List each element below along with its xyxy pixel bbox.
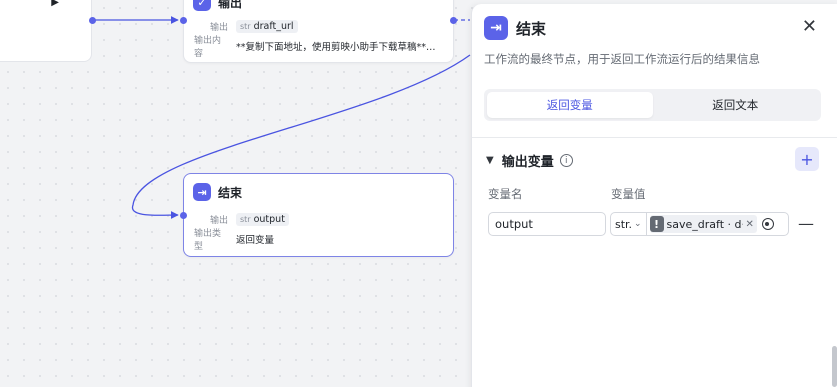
end-node[interactable]: ⇥ 结束 输出 str output 输出类型 返回变量: [183, 173, 454, 257]
end-output-var-type: str: [240, 214, 251, 224]
chevron-down-icon[interactable]: ⌄: [634, 219, 642, 229]
output-var-chip: str draft_url: [236, 19, 298, 33]
info-icon[interactable]: i: [559, 154, 573, 167]
warning-icon: !: [649, 216, 664, 232]
end-type-value: 返回变量: [236, 235, 275, 246]
previous-node[interactable]: ▶: [0, 0, 92, 62]
clear-icon[interactable]: ✕: [746, 219, 754, 230]
add-variable-button[interactable]: +: [795, 147, 819, 171]
tab-return-variable[interactable]: 返回变量: [487, 92, 653, 118]
scrollbar[interactable]: [832, 346, 837, 387]
end-output-var-name: output: [253, 213, 285, 225]
separator: [645, 213, 647, 235]
variable-reference: save_draft · d·: [666, 217, 743, 231]
output-node-icon: ✓: [193, 0, 211, 11]
workflow-canvas[interactable]: ▶ ✓ 输出 输出 str draft_url 输出内容 **复制下面地址，使用…: [0, 0, 470, 387]
output-label: 输出: [209, 22, 228, 33]
panel-description: 工作流的最终节点，用于返回工作流运行后的结果信息: [484, 52, 760, 66]
target-icon[interactable]: [761, 218, 774, 230]
end-node-settings-panel: ⇥ 结束 ✕ 工作流的最终节点，用于返回工作流运行后的结果信息 返回变量 返回文…: [471, 4, 837, 387]
col-header-value: 变量值: [611, 187, 646, 201]
end-node-icon: ⇥: [484, 16, 508, 40]
end-output-label: 输出: [209, 215, 228, 226]
return-mode-tabs: 返回变量 返回文本: [484, 89, 821, 121]
port-output-out[interactable]: [450, 17, 457, 24]
end-node-title: 结束: [218, 185, 243, 200]
end-type-label: 输出类型: [194, 229, 222, 252]
content-label: 输出内容: [194, 36, 222, 59]
variable-type: str.: [615, 217, 631, 231]
output-var-name: draft_url: [253, 20, 294, 32]
port-start-out[interactable]: [89, 17, 96, 24]
port-output-in[interactable]: [180, 17, 187, 24]
output-var-type: str: [240, 21, 251, 31]
end-node-icon: ⇥: [193, 183, 211, 201]
chevron-down-icon[interactable]: ▼: [486, 155, 494, 166]
panel-title: 结束: [516, 19, 547, 38]
content-value: **复制下面地址，使用剪映小助手下载草稿** *…: [236, 42, 436, 53]
section-title: 输出变量: [501, 155, 554, 170]
port-end-in[interactable]: [180, 212, 187, 219]
play-icon: ▶: [51, 0, 59, 8]
output-node[interactable]: ✓ 输出 输出 str draft_url 输出内容 **复制下面地址，使用剪映…: [183, 0, 454, 63]
end-output-var-chip: str output: [236, 212, 289, 226]
col-header-name: 变量名: [488, 187, 523, 201]
variable-name-input[interactable]: [488, 212, 606, 236]
divider: [472, 137, 837, 138]
close-icon[interactable]: ✕: [802, 16, 817, 37]
variable-value-field[interactable]: str. ⌄ ! save_draft · d· ✕: [610, 212, 789, 236]
variable-reference-chip[interactable]: ! save_draft · d· ✕: [649, 215, 757, 233]
tab-return-text[interactable]: 返回文本: [653, 92, 819, 118]
remove-variable-button[interactable]: —: [798, 214, 814, 233]
output-variables-header[interactable]: ▼ 输出变量 i: [486, 151, 573, 170]
output-node-title: 输出: [218, 0, 243, 10]
